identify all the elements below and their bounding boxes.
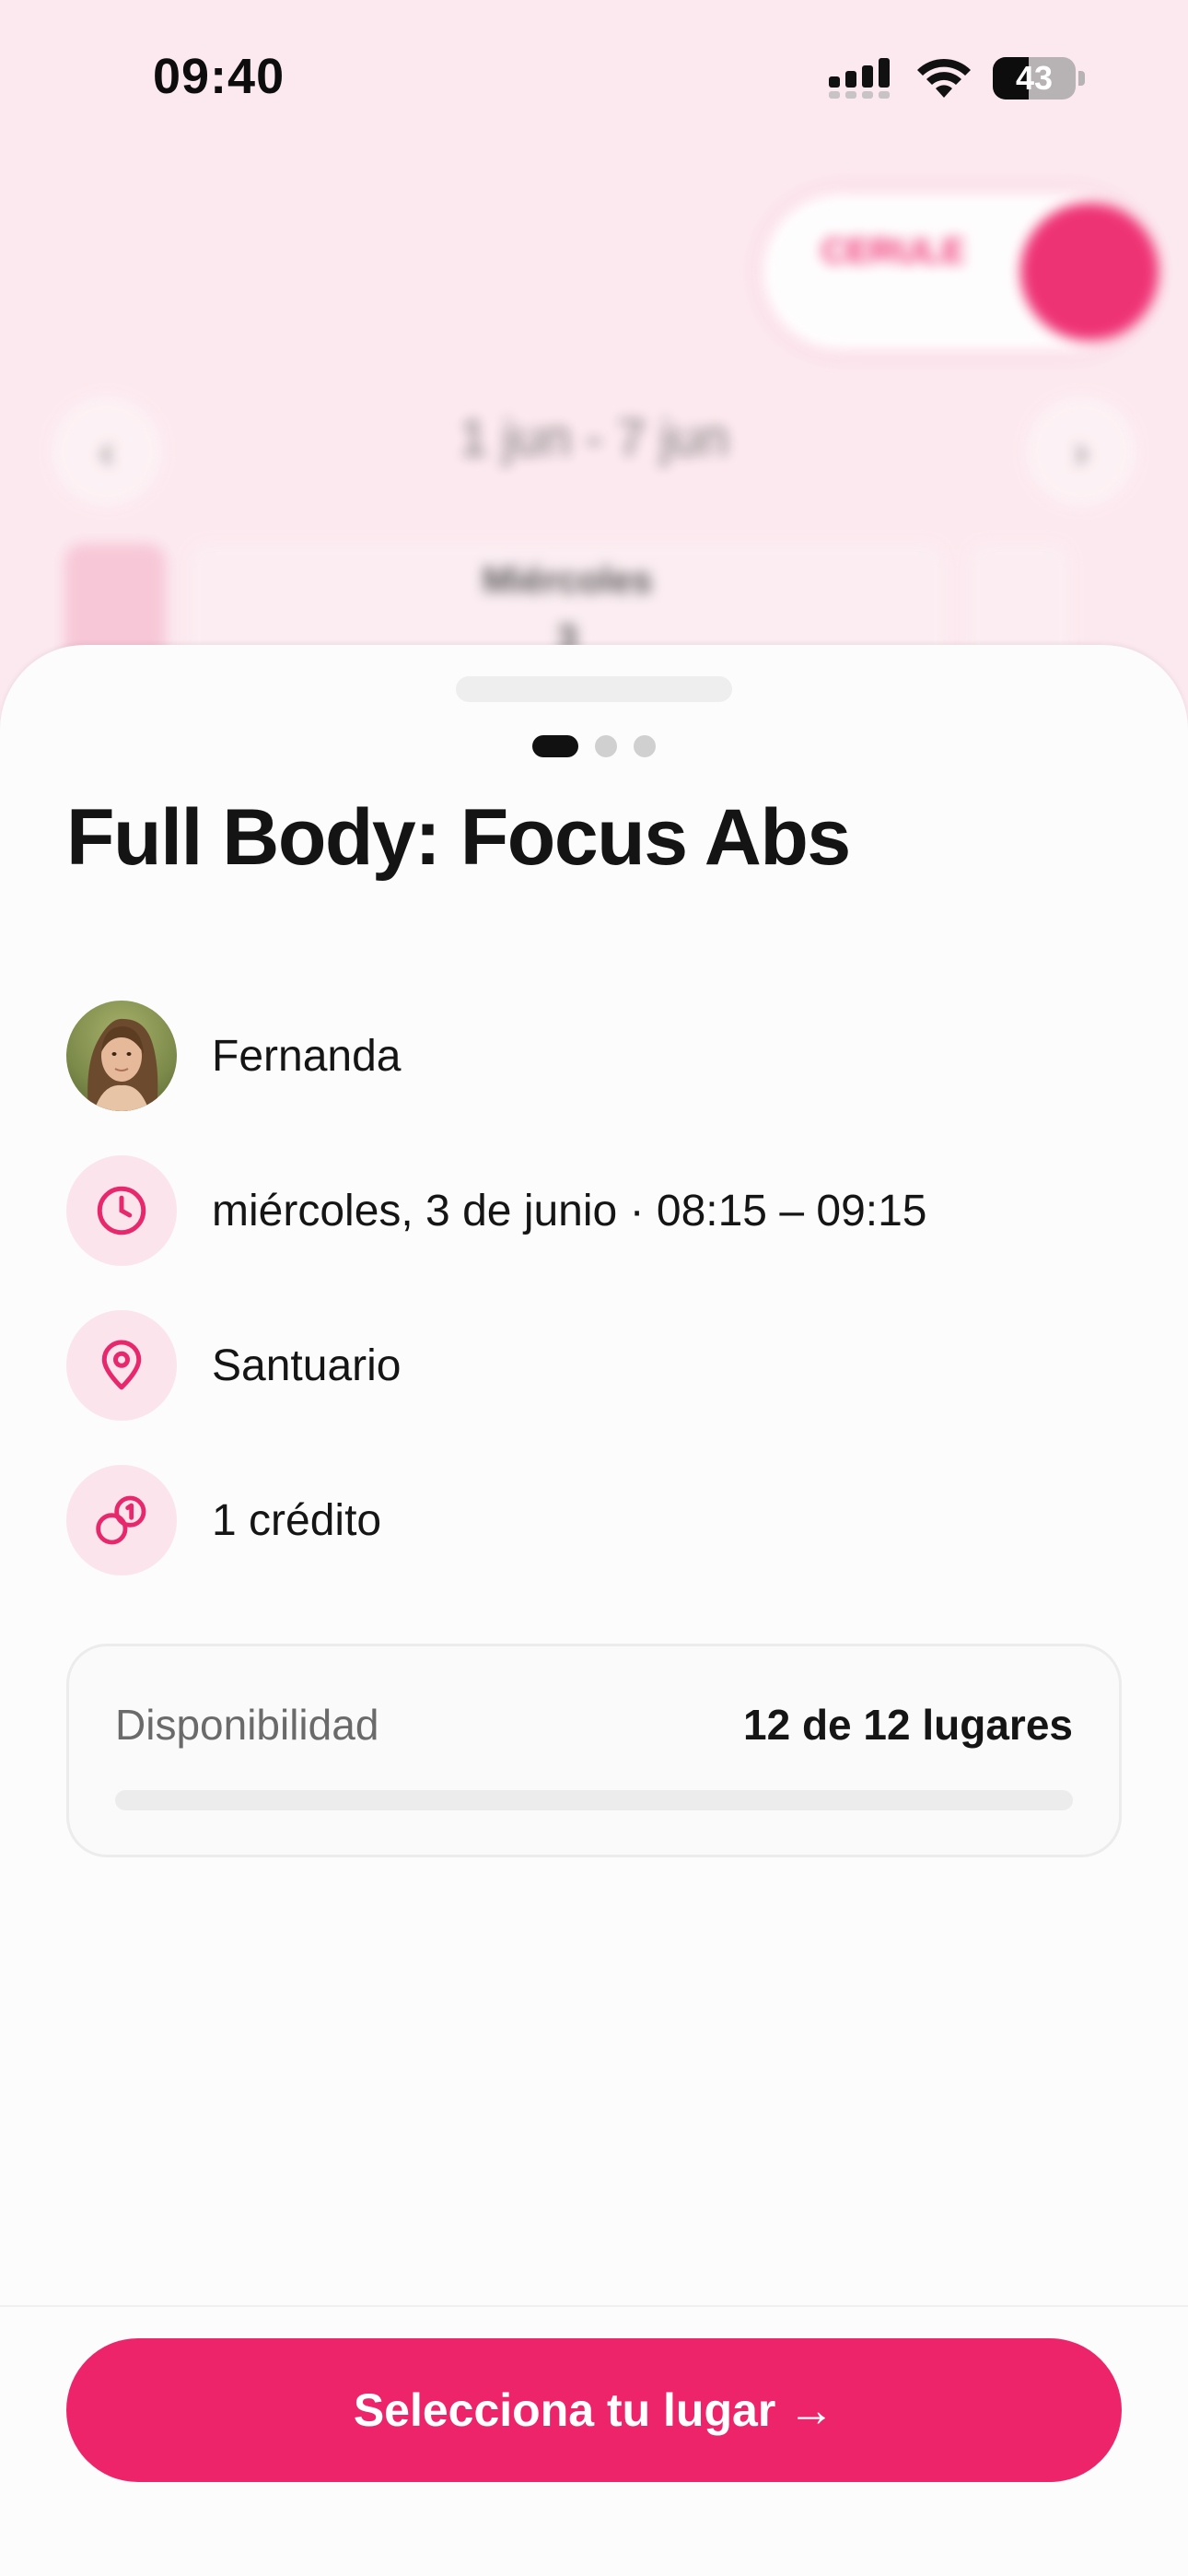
availability-label: Disponibilidad — [115, 1701, 379, 1749]
cellular-signal-icon — [829, 58, 890, 99]
background-date-range: 1 jun - 7 jun — [459, 408, 729, 466]
location-row: Santuario — [66, 1310, 401, 1421]
class-title: Full Body: Focus Abs — [66, 793, 851, 882]
availability-card: Disponibilidad 12 de 12 lugares — [66, 1644, 1122, 1857]
status-time: 09:40 — [153, 49, 285, 104]
background-profile-button — [1020, 203, 1159, 341]
background-prev-week-icon: ‹ — [52, 396, 162, 507]
battery-icon: 43 — [993, 57, 1085, 100]
instructor-name: Fernanda — [212, 1031, 402, 1081]
schedule-row: miércoles, 3 de junio · 08:15 – 09:15 — [66, 1155, 926, 1266]
availability-value: 12 de 12 lugares — [743, 1701, 1073, 1749]
battery-percentage: 43 — [1015, 59, 1054, 97]
page-indicator-dot[interactable] — [634, 735, 656, 757]
availability-progress-bar — [115, 1790, 1073, 1810]
page-indicator-dot[interactable] — [532, 735, 578, 757]
background-pill-label: CERULE — [821, 232, 966, 271]
coins-icon — [66, 1465, 177, 1575]
class-detail-sheet: Full Body: Focus Abs Fernanda miércoles,… — [0, 645, 1188, 2576]
map-pin-icon — [66, 1310, 177, 1421]
page-indicator — [532, 735, 656, 757]
wifi-icon — [917, 58, 971, 98]
footer-divider — [0, 2305, 1188, 2307]
clock-icon — [66, 1155, 177, 1266]
credits-row: 1 crédito — [66, 1465, 381, 1575]
sheet-drag-handle[interactable] — [456, 676, 732, 702]
select-spot-button[interactable]: Selecciona tu lugar → — [66, 2338, 1122, 2482]
instructor-row: Fernanda — [66, 1001, 401, 1111]
status-icons: 43 — [829, 57, 1085, 100]
class-credits: 1 crédito — [212, 1495, 382, 1545]
background-schedule-view: CERULE ‹ 1 jun - 7 jun › Miércoles 3 — [0, 157, 1188, 728]
class-location: Santuario — [212, 1341, 402, 1390]
background-day-label: Miércoles — [482, 560, 653, 601]
class-schedule: miércoles, 3 de junio · 08:15 – 09:15 — [212, 1186, 927, 1235]
instructor-avatar — [66, 1001, 177, 1111]
background-next-week-icon: › — [1026, 396, 1136, 507]
status-bar: 09:40 43 — [0, 0, 1188, 157]
page-indicator-dot[interactable] — [595, 735, 617, 757]
